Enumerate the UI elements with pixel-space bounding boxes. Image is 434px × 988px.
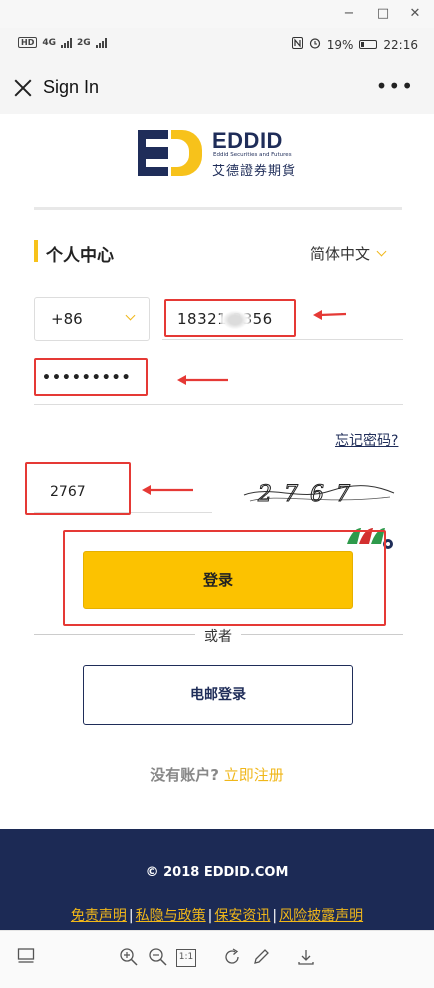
clock-time: 22:16 [383, 37, 418, 52]
battery-percent: 19% [326, 37, 354, 52]
annotation-box-password [34, 358, 148, 396]
password-input-underline [34, 404, 403, 405]
nfc-icon [291, 37, 303, 52]
captcha-image[interactable]: 2767 [240, 471, 396, 511]
or-label: 或者 [195, 626, 241, 646]
close-icon[interactable] [12, 77, 34, 99]
zoom-in-icon[interactable] [118, 947, 140, 969]
minimize-button[interactable]: − [339, 4, 359, 24]
footer-separator: | [207, 908, 213, 924]
annotation-box-phone [164, 299, 296, 337]
status-bar: HD 4G 2G 19% 22:16 [0, 28, 434, 62]
annotation-arrow-captcha [141, 484, 195, 496]
copyright-text: © 2018 EDDID.COM [145, 865, 289, 880]
image-viewer-toolbar: 1:1 [0, 930, 434, 988]
eddid-logo: EDDID Eddid Securities and Futures 艾德證券期… [138, 126, 298, 182]
status-bar-right: 19% 22:16 [291, 37, 418, 52]
edit-icon[interactable] [250, 947, 272, 969]
alarm-icon [309, 37, 321, 52]
country-code-value: +86 [51, 310, 83, 328]
no-account-text: 没有账户? [150, 766, 219, 784]
footer-link-risk-disclosure[interactable]: 风险披露声明 [279, 908, 363, 924]
email-login-button[interactable]: 电邮登录 [83, 665, 353, 725]
download-icon[interactable] [295, 947, 317, 969]
footer-link-disclaimer[interactable]: 免责声明 [71, 908, 127, 924]
annotation-arrow-password [176, 374, 230, 386]
chevron-down-icon [125, 310, 136, 321]
register-prompt: 没有账户? 立即注册 [0, 764, 434, 785]
annotation-arrow-phone [312, 309, 348, 321]
layout-icon[interactable] [15, 947, 37, 969]
footer-separator: | [128, 908, 134, 924]
page-title: Sign In [43, 77, 100, 97]
maximize-button[interactable]: □ [373, 4, 393, 24]
rotate-icon[interactable] [221, 947, 243, 969]
annotation-box-captcha [25, 462, 131, 515]
logo-subtitle: Eddid Securities and Futures [213, 152, 292, 158]
chevron-down-icon [376, 246, 387, 257]
actual-size-icon[interactable]: 1:1 [176, 949, 196, 967]
signal-icon [61, 37, 72, 48]
status-bar-left: HD 4G 2G [18, 37, 107, 48]
footer-separator: | [272, 908, 278, 924]
footer-link-security[interactable]: 保安资讯 [214, 908, 270, 924]
forgot-password-link[interactable]: 忘记密码? [335, 430, 398, 450]
logo-name: EDDID [212, 128, 283, 153]
language-selector[interactable]: 简体中文 [310, 243, 387, 264]
login-page: EDDID Eddid Securities and Futures 艾德證券期… [0, 114, 434, 829]
section-title: 个人中心 [46, 246, 114, 266]
register-link[interactable]: 立即注册 [224, 766, 284, 784]
signal-icon-2 [95, 37, 107, 48]
battery-icon [359, 40, 378, 49]
window-close-button[interactable]: ✕ [405, 4, 425, 24]
logo-chinese-name: 艾德證券期貨 [212, 164, 297, 179]
network-2g-label: 2G [77, 37, 91, 48]
annotation-box-login [63, 530, 386, 626]
footer-link-privacy[interactable]: 私隐与政策 [136, 908, 206, 924]
section-accent-bar [34, 240, 38, 262]
more-options-icon[interactable]: ••• [376, 76, 414, 96]
header-divider [34, 207, 402, 210]
zoom-out-icon[interactable] [147, 947, 169, 969]
app-header: Sign In ••• [0, 62, 434, 114]
site-footer: © 2018 EDDID.COM 免责声明 | 私隐与政策 | 保安资讯 | 风险披露声明 [0, 829, 434, 930]
language-label: 简体中文 [310, 245, 371, 263]
network-4g-label: 4G [42, 37, 56, 48]
logo-mark-icon [138, 130, 202, 176]
captcha-text: 2767 [257, 482, 362, 507]
phone-input-underline [162, 339, 403, 340]
country-code-select[interactable]: +86 [34, 297, 150, 341]
footer-links: 免责声明 | 私隐与政策 | 保安资讯 | 风险披露声明 [0, 905, 434, 925]
hd-badge: HD [18, 37, 38, 48]
window-titlebar: − □ ✕ [0, 0, 434, 28]
